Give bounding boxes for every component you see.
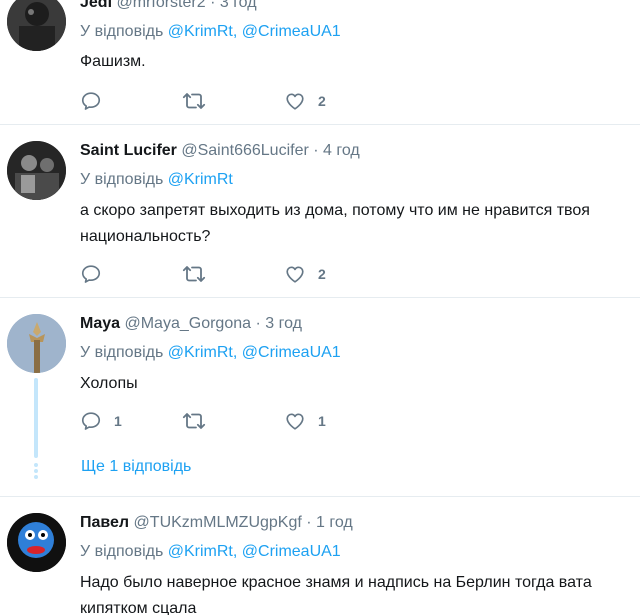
reply-mentions[interactable]: @KrimRt, @CrimeaUA1 (168, 344, 341, 361)
reply-context: У відповідь @KrimRt, @CrimeaUA1 (80, 542, 341, 562)
like-button[interactable]: 2 (284, 263, 326, 285)
avatar[interactable] (7, 513, 66, 572)
like-button[interactable]: 2 (284, 90, 326, 112)
reply-button[interactable] (80, 90, 114, 112)
like-button[interactable]: 1 (284, 410, 326, 432)
reply-mentions[interactable]: @KrimRt, @CrimeaUA1 (168, 543, 341, 560)
like-count: 2 (318, 93, 326, 109)
reply-icon (81, 412, 101, 430)
tweet-text: Холопы (80, 375, 138, 392)
like-icon (286, 93, 304, 110)
thread-dot (34, 475, 38, 479)
retweet-button[interactable] (182, 90, 218, 112)
tweet[interactable]: Jedi @mrforster2 · 3 год У відповідь @Kr… (0, 0, 640, 125)
separator: · (255, 315, 261, 332)
user-handle[interactable]: @mrforster2 (116, 0, 205, 11)
tweet-header: Павел @TUKzmMLMZUgpKgf · 1 год (80, 513, 353, 533)
tweet-header: Jedi @mrforster2 · 3 год (80, 0, 257, 13)
thread-dot (34, 463, 38, 467)
separator: · (210, 0, 216, 11)
user-name[interactable]: Павел (80, 514, 129, 531)
retweet-button[interactable] (182, 410, 218, 432)
like-count: 1 (318, 413, 326, 429)
reply-mentions[interactable]: @KrimRt (168, 171, 233, 188)
tweet-header: Saint Lucifer @Saint666Lucifer · 4 год (80, 141, 360, 161)
user-handle[interactable]: @Saint666Lucifer (181, 142, 308, 159)
tweet-text: Фашизм. (80, 53, 146, 70)
like-icon (286, 413, 304, 430)
reply-prefix: У відповідь (80, 344, 164, 361)
thread-dot (34, 469, 38, 473)
show-more-replies-link[interactable]: Ще 1 відповідь (81, 457, 191, 477)
retweet-icon (182, 413, 206, 429)
reply-button[interactable] (80, 263, 114, 285)
reply-prefix: У відповідь (80, 23, 164, 40)
user-name[interactable]: Saint Lucifer (80, 142, 177, 159)
reply-context: У відповідь @KrimRt, @CrimeaUA1 (80, 343, 341, 363)
retweet-icon (182, 93, 206, 109)
tweet-text: Надо было наверное красное знамя и надпи… (80, 574, 592, 615)
thread-line (34, 378, 38, 458)
user-handle[interactable]: @TUKzmMLMZUgpKgf (134, 514, 302, 531)
like-count: 2 (318, 266, 326, 282)
tweet-header: Maya @Maya_Gorgona · 3 год (80, 314, 302, 334)
reply-count: 1 (114, 413, 122, 429)
separator: · (306, 514, 312, 531)
retweet-button[interactable] (182, 263, 218, 285)
tweet[interactable]: Saint Lucifer @Saint666Lucifer · 4 год У… (0, 125, 640, 297)
reply-button[interactable]: 1 (80, 410, 122, 432)
avatar[interactable] (7, 141, 66, 200)
reply-mentions[interactable]: @KrimRt, @CrimeaUA1 (168, 23, 341, 40)
timestamp[interactable]: 3 год (265, 315, 302, 332)
avatar[interactable] (7, 0, 66, 51)
timestamp[interactable]: 1 год (316, 514, 353, 531)
tweet-text: а скоро запретят выходить из дома, потом… (80, 202, 590, 245)
reply-context: У відповідь @KrimRt, @CrimeaUA1 (80, 22, 341, 42)
avatar[interactable] (7, 314, 66, 373)
reply-icon (81, 92, 101, 110)
reply-prefix: У відповідь (80, 171, 164, 188)
reply-context: У відповідь @KrimRt (80, 170, 233, 190)
timestamp[interactable]: 4 год (323, 142, 360, 159)
retweet-icon (182, 266, 206, 282)
user-handle[interactable]: @Maya_Gorgona (124, 315, 251, 332)
like-icon (286, 266, 304, 283)
tweet[interactable]: Maya @Maya_Gorgona · 3 год У відповідь @… (0, 298, 640, 496)
reply-icon (81, 265, 101, 283)
separator: · (313, 142, 319, 159)
timestamp[interactable]: 3 год (220, 0, 257, 11)
user-name[interactable]: Jedi (80, 0, 112, 11)
user-name[interactable]: Maya (80, 315, 120, 332)
reply-prefix: У відповідь (80, 543, 164, 560)
tweet[interactable]: Павел @TUKzmMLMZUgpKgf · 1 год У відпові… (0, 497, 640, 615)
